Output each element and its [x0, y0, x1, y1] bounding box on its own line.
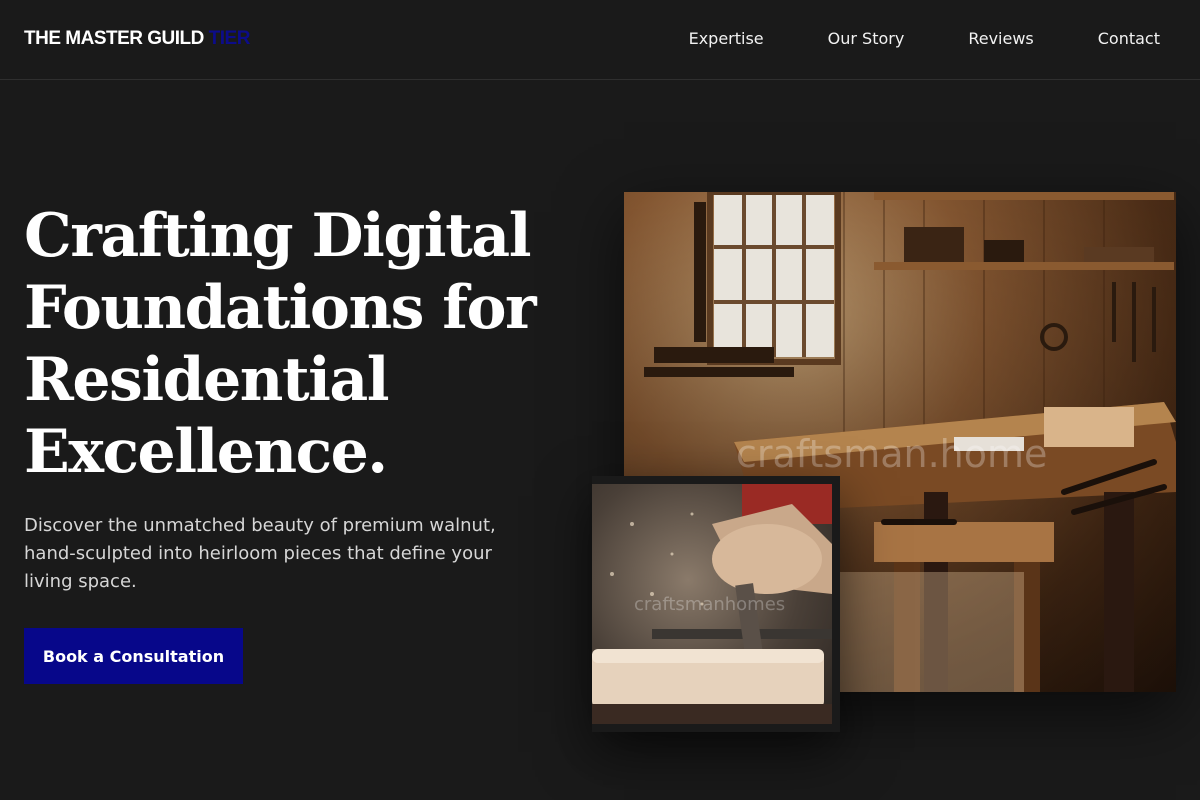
- hero-headline: Crafting Digital Foundations for Residen…: [24, 200, 584, 488]
- carving-photo-frame: craftsmanhomes: [592, 484, 832, 724]
- headline-line: Residential: [24, 345, 390, 415]
- site-header: THE MASTER GUILD TIER Expertise Our Stor…: [0, 0, 1200, 80]
- site-logo[interactable]: THE MASTER GUILD TIER: [24, 28, 250, 50]
- inset-photo-watermark: craftsmanhomes: [634, 594, 786, 615]
- carving-photo: craftsmanhomes: [592, 476, 840, 732]
- nav-link-reviews[interactable]: Reviews: [968, 29, 1033, 48]
- nav-link-our-story[interactable]: Our Story: [828, 29, 905, 48]
- main-nav: Expertise Our Story Reviews Contact: [689, 29, 1160, 48]
- headline-line: Crafting Digital: [24, 201, 531, 271]
- logo-accent-text: TIER: [208, 28, 251, 49]
- logo-main-text: THE MASTER GUILD: [24, 28, 204, 49]
- hero-subtitle: Discover the unmatched beauty of premium…: [24, 515, 496, 592]
- headline-line: Foundations for: [24, 273, 537, 343]
- main-photo-watermark: craftsman.home: [736, 432, 1048, 476]
- nav-link-contact[interactable]: Contact: [1098, 29, 1160, 48]
- nav-link-expertise[interactable]: Expertise: [689, 29, 764, 48]
- headline-line: Excellence.: [24, 417, 388, 487]
- book-consultation-button[interactable]: Book a Consultation: [24, 628, 243, 684]
